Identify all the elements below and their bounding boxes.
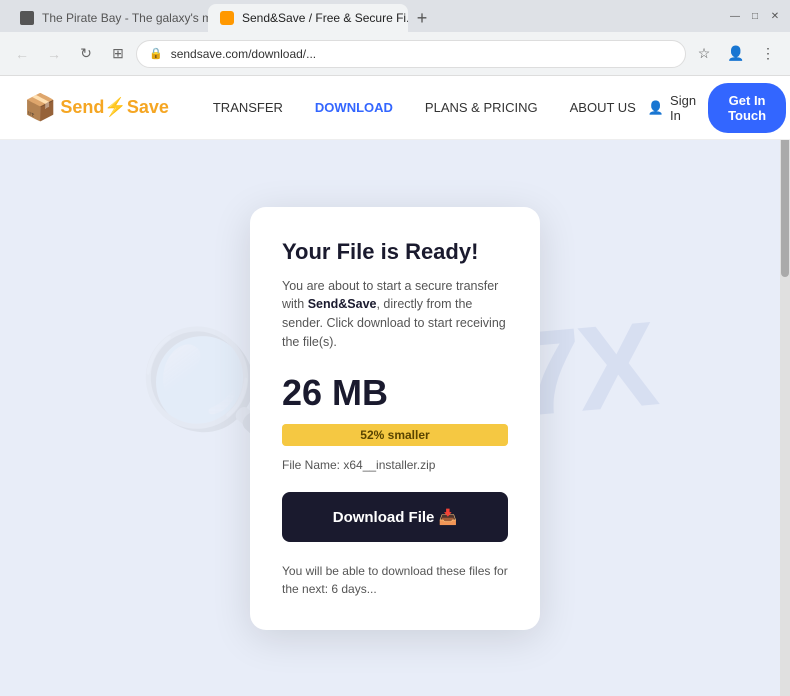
- title-bar-left: The Pirate Bay - The galaxy's m... ✕ Sen…: [8, 0, 720, 32]
- size-reduction-bar: 52% smaller: [282, 424, 508, 446]
- file-name-label: File Name:: [282, 458, 340, 472]
- maximize-button[interactable]: □: [748, 9, 762, 23]
- file-name-display: File Name: x64__installer.zip: [282, 458, 508, 472]
- address-bar[interactable]: 🔒 sendsave.com/download/...: [136, 40, 686, 68]
- download-card: Your File is Ready! You are about to sta…: [250, 207, 540, 630]
- download-button[interactable]: Download File 📥: [282, 492, 508, 542]
- tabs-area: The Pirate Bay - The galaxy's m... ✕ Sen…: [8, 0, 436, 32]
- new-tab-button[interactable]: +: [408, 4, 436, 32]
- nav-download[interactable]: DOWNLOAD: [303, 92, 405, 123]
- toolbar-right: ☆ 👤 ⋮: [690, 40, 782, 68]
- card-title: Your File is Ready!: [282, 239, 508, 265]
- logo-text: Send⚡Save: [60, 97, 168, 118]
- expiry-text: You will be able to download these files…: [282, 562, 508, 598]
- toolbar: ← → ↻ ⊞ 🔒 sendsave.com/download/... ☆ 👤 …: [0, 32, 790, 76]
- menu-button[interactable]: ⋮: [754, 40, 782, 68]
- site-logo[interactable]: 📦 Send⚡Save: [24, 92, 169, 123]
- browser-frame: The Pirate Bay - The galaxy's m... ✕ Sen…: [0, 0, 790, 696]
- file-name-value: x64__installer.zip: [343, 458, 435, 472]
- address-text: sendsave.com/download/...: [171, 47, 673, 61]
- tab-title-send: Send&Save / Free & Secure Fi...: [242, 11, 408, 25]
- file-size-display: 26 MB: [282, 372, 508, 414]
- user-icon: 👤: [648, 100, 664, 116]
- brand-name: Send&Save: [308, 297, 377, 311]
- tab-title-pirate: The Pirate Bay - The galaxy's m...: [42, 11, 208, 25]
- nav-right: 👤 Sign In Get In Touch: [648, 83, 786, 133]
- bookmark-button[interactable]: ☆: [690, 40, 718, 68]
- reload-button[interactable]: ↻: [72, 40, 100, 68]
- tab-favicon-pirate: [20, 11, 34, 25]
- sign-in-button[interactable]: 👤 Sign In: [648, 93, 696, 123]
- main-content: Your File is Ready! You are about to sta…: [0, 140, 790, 696]
- logo-text-save: Save: [127, 97, 169, 117]
- sign-in-label: Sign In: [670, 93, 696, 123]
- logo-icon-symbol: ⚡: [104, 97, 126, 117]
- close-window-button[interactable]: ✕: [768, 9, 782, 23]
- webpage: 🔍 1337X 📦 Send⚡Save TRANSFER DOWNLOAD PL…: [0, 76, 790, 696]
- nav-links: TRANSFER DOWNLOAD PLANS & PRICING ABOUT …: [201, 92, 648, 123]
- tab-sendsave[interactable]: Send&Save / Free & Secure Fi... ✕: [208, 4, 408, 32]
- minimize-button[interactable]: —: [728, 9, 742, 23]
- title-bar-right: — □ ✕: [728, 9, 782, 23]
- nav-transfer[interactable]: TRANSFER: [201, 92, 295, 123]
- security-button[interactable]: ⊞: [104, 40, 132, 68]
- site-navigation: 📦 Send⚡Save TRANSFER DOWNLOAD PLANS & PR…: [0, 76, 790, 140]
- nav-about[interactable]: ABOUT US: [558, 92, 648, 123]
- lock-icon: 🔒: [149, 47, 163, 60]
- title-bar: The Pirate Bay - The galaxy's m... ✕ Sen…: [0, 0, 790, 32]
- tab-favicon-send: [220, 11, 234, 25]
- back-button[interactable]: ←: [8, 40, 36, 68]
- nav-plans[interactable]: PLANS & PRICING: [413, 92, 550, 123]
- forward-button[interactable]: →: [40, 40, 68, 68]
- tab-piratebay[interactable]: The Pirate Bay - The galaxy's m... ✕: [8, 4, 208, 32]
- profile-button[interactable]: 👤: [722, 40, 750, 68]
- get-in-touch-button[interactable]: Get In Touch: [708, 83, 786, 133]
- progress-label: 52% smaller: [360, 428, 429, 442]
- card-description: You are about to start a secure transfer…: [282, 277, 508, 352]
- logo-text-send: Send: [60, 97, 104, 117]
